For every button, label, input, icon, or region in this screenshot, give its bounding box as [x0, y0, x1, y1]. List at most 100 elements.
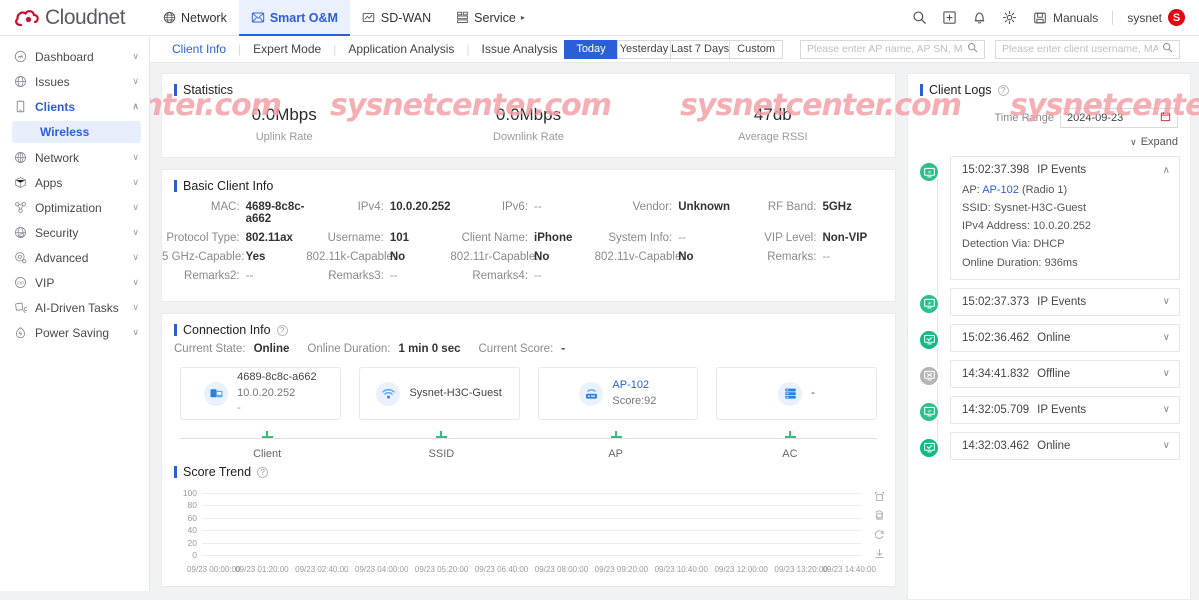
- sidebar-item-vip[interactable]: VIP VIP ∨: [0, 270, 149, 295]
- chevron-down-icon[interactable]: ∨: [1163, 368, 1170, 379]
- anchor-icon: [784, 431, 796, 438]
- anchor-icon: [610, 431, 622, 438]
- chevron-down-icon[interactable]: ∨: [1163, 296, 1170, 307]
- detail-key: Detection Via:: [962, 238, 1031, 251]
- chevron-down-icon: ∨: [132, 302, 139, 312]
- tab-issue-analysis[interactable]: Issue Analysis: [470, 42, 570, 56]
- chevron-down-icon[interactable]: ∨: [1163, 332, 1170, 343]
- time-button-yesterday[interactable]: Yesterday: [617, 39, 671, 59]
- sidebar-item-wireless[interactable]: Wireless: [12, 121, 141, 143]
- title-accent-bar: [174, 180, 177, 192]
- sidebar-item-ai-driven-tasks[interactable]: AI-Driven Tasks ∨: [0, 295, 149, 320]
- chevron-down-icon: ∨: [132, 76, 139, 86]
- sidebar-item-advanced[interactable]: Advanced ∨: [0, 245, 149, 270]
- search-icon[interactable]: [967, 42, 978, 56]
- refresh-icon[interactable]: [874, 529, 885, 540]
- zoom-restore-icon[interactable]: [874, 510, 885, 521]
- info-cell-empty: [739, 270, 883, 282]
- sidebar-item-security[interactable]: Security ∨: [0, 220, 149, 245]
- log-box[interactable]: 14:34:41.832 Offline ∨: [950, 359, 1180, 388]
- tab-client-info[interactable]: Client Info: [160, 42, 238, 56]
- chevron-down-icon[interactable]: ∨: [1163, 440, 1170, 451]
- log-header: 14:32:05.709 IP Events ∨: [962, 404, 1170, 416]
- connection-card-client[interactable]: 4689-8c8c-a662 10.0.20.252 -: [180, 367, 341, 420]
- tab-application-analysis[interactable]: Application Analysis: [336, 42, 466, 56]
- time-button-custom[interactable]: Custom: [729, 39, 784, 59]
- calendar-icon[interactable]: [1160, 111, 1171, 125]
- log-box[interactable]: 15:02:36.462 Online ∨: [950, 323, 1180, 352]
- manuals-link[interactable]: Manuals: [1032, 10, 1098, 26]
- sidebar-item-clients[interactable]: Clients ∧: [0, 94, 149, 119]
- user-menu[interactable]: sysnet S: [1127, 9, 1185, 26]
- gear-icon[interactable]: [1002, 10, 1018, 26]
- sidebar-item-issues[interactable]: Issues ∨: [0, 69, 149, 94]
- info-cell-system-info: System Info: --: [595, 232, 739, 244]
- expand-toggle[interactable]: ∨ Expand: [908, 128, 1190, 150]
- log-box[interactable]: 14:32:05.709 IP Events ∨: [950, 395, 1180, 424]
- info-key: Username:: [327, 232, 384, 244]
- tab-expert-mode[interactable]: Expert Mode: [241, 42, 333, 56]
- axis-node-ac: AC: [782, 431, 798, 460]
- sidebar-item-optimization[interactable]: Optimization ∨: [0, 195, 149, 220]
- search-icon[interactable]: [1162, 42, 1173, 56]
- sidebar-item-network[interactable]: Network ∨: [0, 145, 149, 170]
- time-range-input[interactable]: 2024-09-23: [1060, 108, 1178, 128]
- chevron-down-icon[interactable]: ∨: [1163, 404, 1170, 415]
- bell-icon[interactable]: [972, 10, 988, 26]
- stat-downlink-rate: 0.0Mbps Downlink Rate: [406, 105, 650, 143]
- topnav-item-smart-om[interactable]: Smart O&M: [238, 0, 350, 36]
- search-icon[interactable]: [912, 10, 928, 26]
- axis-node-ap: AP: [608, 431, 623, 460]
- log-box[interactable]: 14:32:03.462 Online ∨: [950, 431, 1180, 460]
- app-logo[interactable]: Cloudnet: [0, 6, 150, 30]
- search-client-input[interactable]: Please enter client username, MAC, or IP: [995, 39, 1180, 59]
- info-key: Client Name:: [461, 232, 529, 244]
- log-box[interactable]: 15:02:37.398 IP Events ∧ AP: AP-102 (Rad…: [950, 156, 1180, 280]
- svg-text:IP: IP: [927, 409, 931, 414]
- connection-card-ssid[interactable]: Sysnet-H3C-Guest: [358, 367, 520, 420]
- info-cell-client-name: Client Name: iPhone: [450, 232, 594, 244]
- topnav-item-sdwan[interactable]: SD-WAN: [350, 0, 443, 36]
- card-line1[interactable]: AP-102: [612, 378, 656, 394]
- chevron-up-icon[interactable]: ∧: [1163, 165, 1170, 176]
- info-key: Remarks3:: [328, 270, 384, 282]
- question-icon[interactable]: ?: [276, 324, 288, 336]
- sidebar-item-dashboard[interactable]: Dashboard ∨: [0, 44, 149, 69]
- time-button-today[interactable]: Today: [564, 39, 618, 59]
- info-cell-80211r-capable: 802.11r-Capable: No: [450, 251, 594, 263]
- stat-average-rssi: 47db Average RSSI: [651, 105, 895, 143]
- info-key: 802.11r-Capable:: [450, 251, 539, 263]
- connection-axis: Client SSID AP AC: [180, 429, 877, 463]
- info-cell-80211k-capable: 802.11k-Capable: No: [306, 251, 450, 263]
- question-icon[interactable]: ?: [997, 84, 1009, 96]
- divider: [1112, 10, 1114, 25]
- sidebar-label-issues: Issues: [35, 74, 70, 89]
- time-button-last-7-days[interactable]: Last 7 Days: [670, 39, 731, 59]
- connection-card-ap[interactable]: AP-102 Score:92: [537, 367, 699, 420]
- topnav-item-network[interactable]: Network: [150, 0, 239, 36]
- zoom-select-icon[interactable]: [874, 491, 885, 502]
- log-entry: IP 15:02:37.398 IP Events ∧ AP: AP-102 (…: [918, 156, 1180, 280]
- card-line2: Score:92: [612, 394, 657, 407]
- search-ap-input[interactable]: Please enter AP name, AP SN, MAC, or IP: [800, 39, 985, 59]
- add-box-icon[interactable]: [942, 10, 958, 26]
- client-logs-timeline: IP 15:02:37.398 IP Events ∧ AP: AP-102 (…: [908, 150, 1190, 460]
- connection-card-ac[interactable]: -: [716, 367, 877, 420]
- sidebar-item-apps[interactable]: Apps ∨: [0, 170, 149, 195]
- info-cell-80211v-capable: 802.11v-Capable: No: [595, 251, 739, 263]
- right-column: Client Logs ? Time Range 2024-09-23 ∨ Ex…: [907, 73, 1191, 600]
- log-box[interactable]: 15:02:37.373 IP Events ∨: [950, 287, 1180, 316]
- basic-client-info-title: Basic Client Info: [162, 170, 895, 197]
- sidebar-label-optimization: Optimization: [35, 200, 102, 215]
- topnav-item-service[interactable]: Service ▸: [443, 0, 537, 36]
- detail-value-link[interactable]: AP-102: [982, 184, 1019, 196]
- time-range-row: Time Range 2024-09-23: [908, 101, 1190, 128]
- sidebar-item-power-saving[interactable]: Power Saving ∨: [0, 320, 149, 345]
- question-icon[interactable]: ?: [257, 466, 269, 478]
- vip-icon: VIP: [14, 276, 27, 289]
- connection-summary: Current State: Online Online Duration: 1…: [162, 341, 895, 361]
- log-header: 15:02:37.373 IP Events ∨: [962, 296, 1170, 308]
- advanced-icon: [14, 251, 27, 264]
- ai-tasks-icon: [14, 301, 27, 314]
- download-icon[interactable]: [874, 548, 885, 559]
